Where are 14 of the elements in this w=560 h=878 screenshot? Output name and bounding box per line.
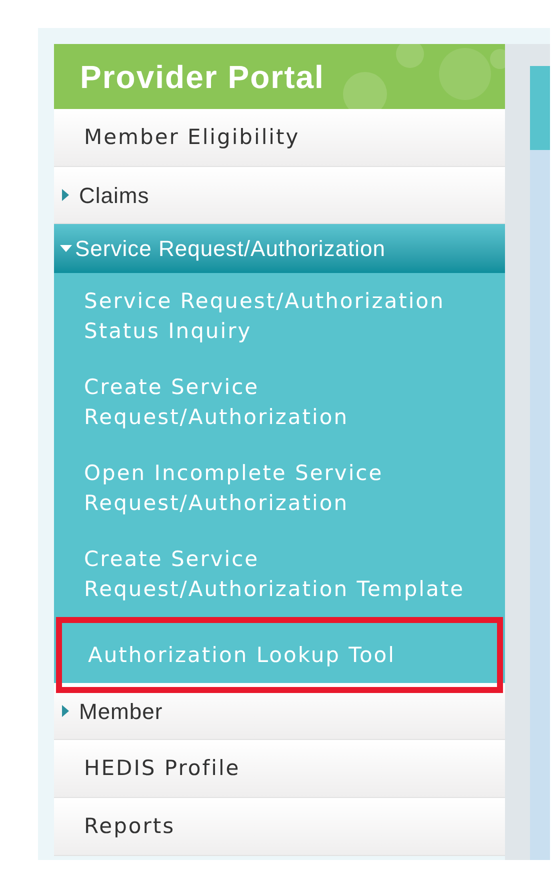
portal-title: Provider Portal (80, 58, 324, 96)
submenu-link[interactable]: Open Incomplete Service Request/Authorization (54, 445, 505, 531)
submenu-link[interactable]: Service Request/Authorization Status Inquiry (54, 273, 505, 359)
nav-link[interactable]: Member Eligibility (54, 109, 505, 167)
submenu-link[interactable]: Create Service Request/Authorization (54, 359, 505, 445)
caret-right-icon (62, 189, 69, 201)
nav-group-header[interactable]: Claims (54, 167, 505, 224)
nav-group-header[interactable]: Service Request/Authorization (54, 224, 505, 273)
caret-right-icon (62, 705, 69, 717)
submenu-link[interactable]: Create Service Request/Authorization Template (54, 531, 505, 617)
nav-link[interactable]: HEDIS Profile (54, 740, 505, 798)
caret-down-icon (60, 245, 72, 252)
nav-link[interactable]: Reports (54, 798, 505, 856)
submenu-link[interactable]: Authorization Lookup Tool (56, 617, 503, 693)
